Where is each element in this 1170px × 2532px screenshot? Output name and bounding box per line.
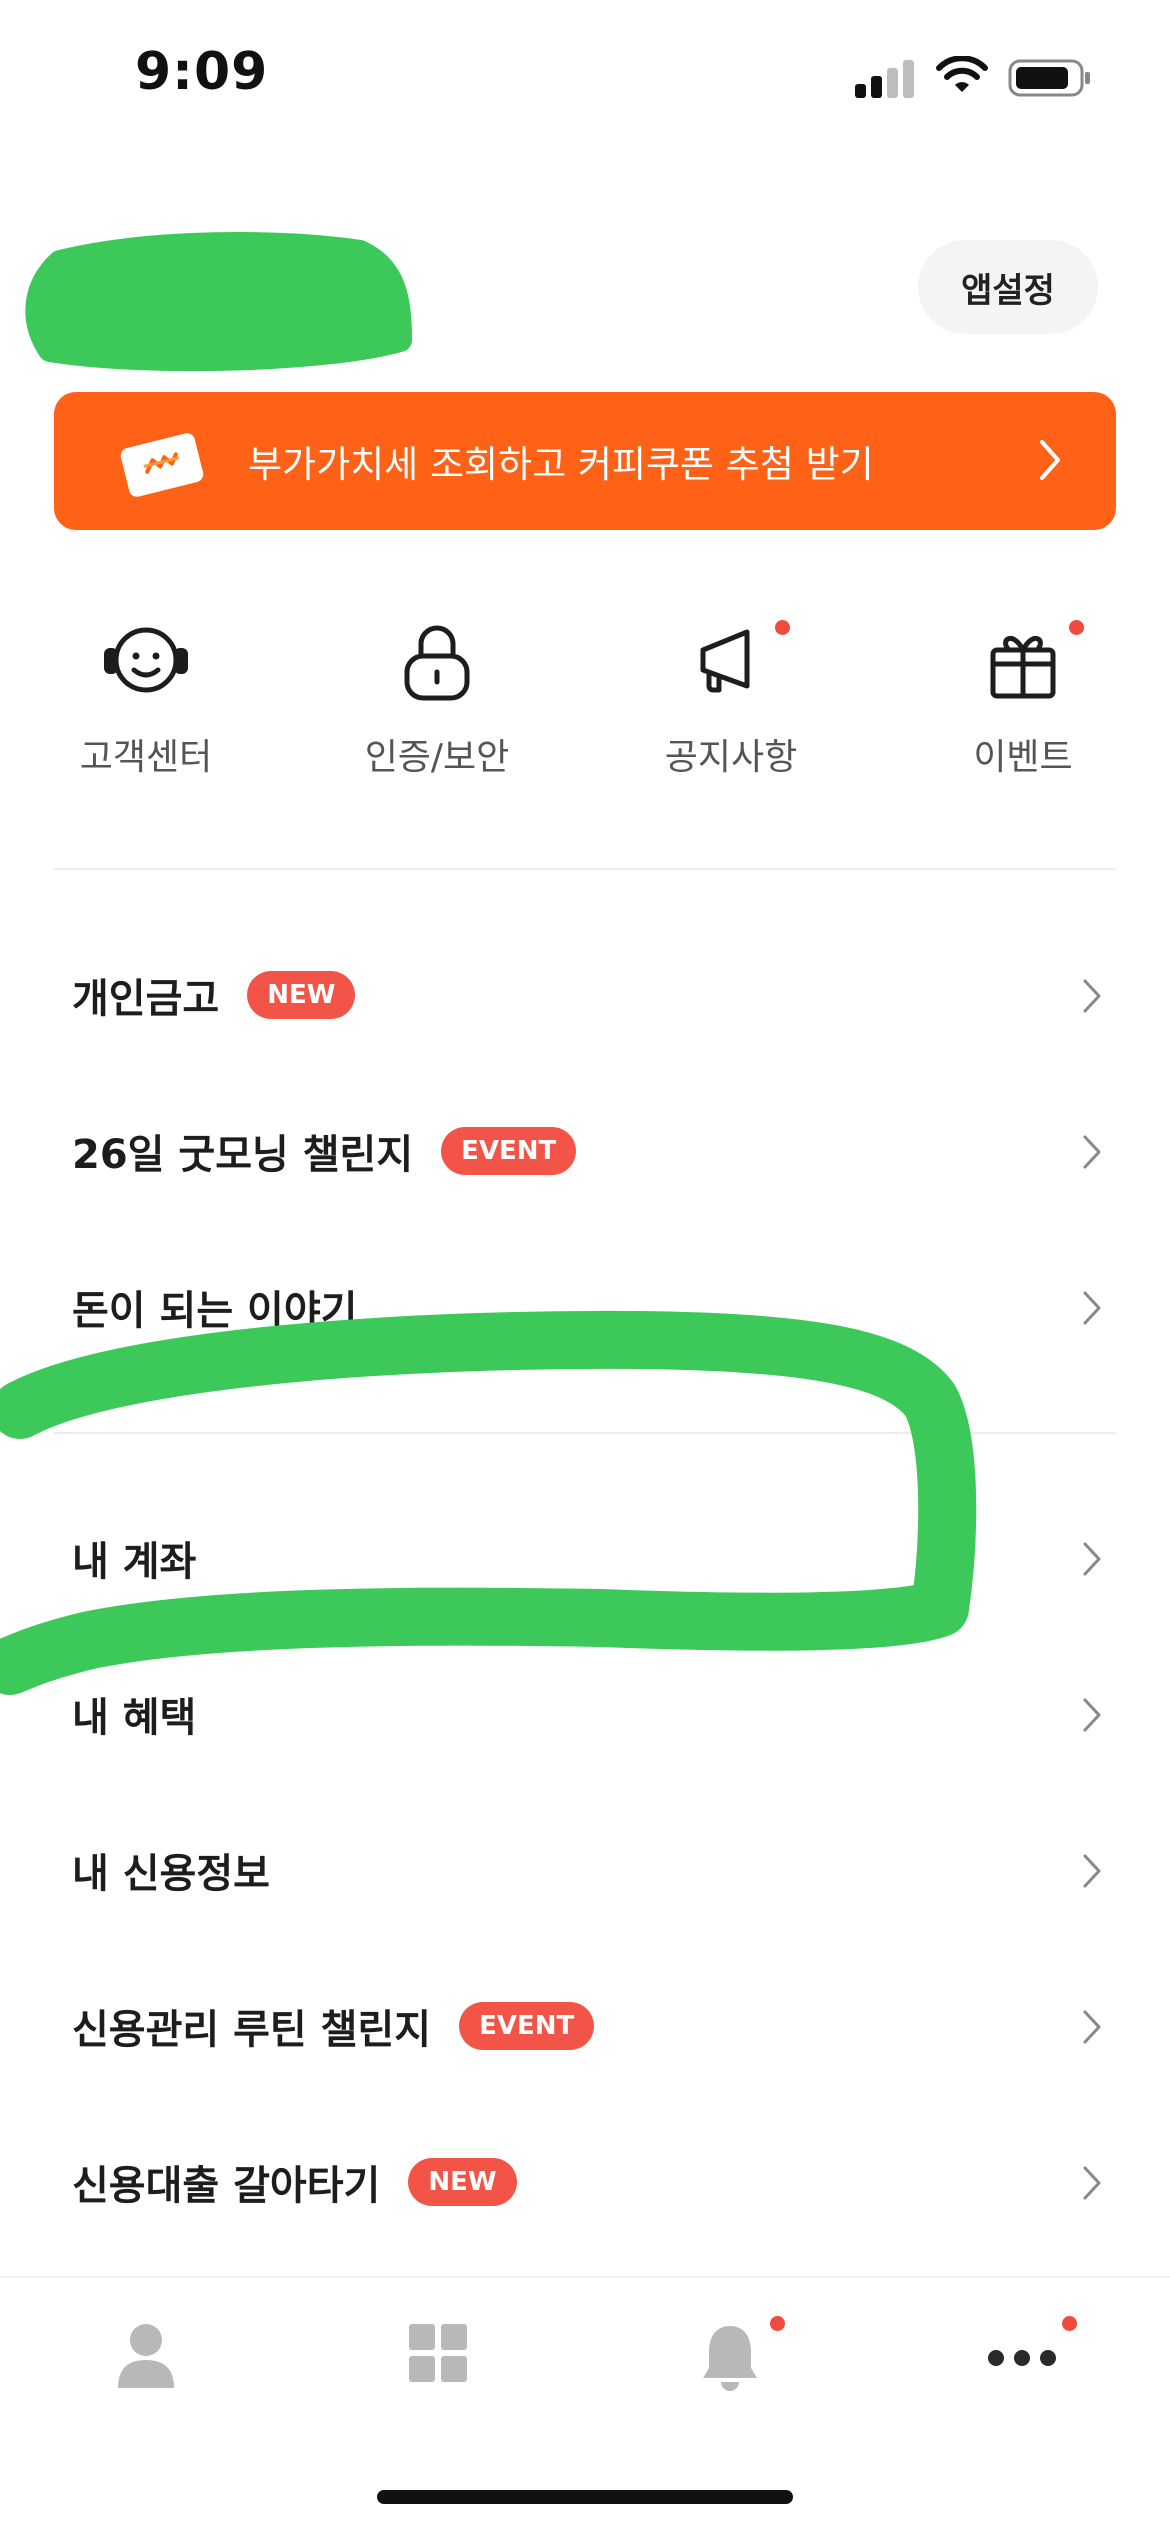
quick-menu-auth-security[interactable]: 인증/보안 <box>317 610 557 780</box>
megaphone-icon <box>700 629 750 693</box>
notification-dot <box>775 620 790 635</box>
quick-menu-customer-center[interactable]: 고객센터 <box>26 610 266 780</box>
person-icon <box>118 2324 174 2388</box>
event-badge: EVENT <box>441 1127 577 1175</box>
menu-item-my-benefits[interactable]: 내 혜택 <box>54 1654 1116 1774</box>
notification-dot <box>1062 2316 1077 2331</box>
menu-item-my-credit-info[interactable]: 내 신용정보 <box>54 1810 1116 1930</box>
tab-profile[interactable] <box>86 2322 206 2412</box>
headset-face-icon <box>104 627 188 693</box>
home-indicator <box>377 2490 793 2504</box>
chevron-right-icon <box>1083 979 1101 1013</box>
section-divider <box>54 868 1116 870</box>
menu-item-label: 개인금고 <box>72 976 220 1022</box>
promo-banner-text: 부가가치세 조회하고 커피쿠폰 추첨 받기 <box>248 443 874 486</box>
section-divider <box>54 1432 1116 1434</box>
chevron-right-icon <box>1083 2010 1101 2044</box>
bottom-tab-bar <box>0 2276 1170 2446</box>
tab-more[interactable] <box>962 2316 1082 2412</box>
battery-icon <box>1008 59 1090 97</box>
quick-menu-label: 공지사항 <box>664 737 798 778</box>
lock-icon <box>404 625 470 701</box>
wifi-icon <box>936 56 988 92</box>
quick-menu-notices[interactable]: 공지사항 <box>611 610 851 780</box>
promo-banner[interactable]: 부가가치세 조회하고 커피쿠폰 추첨 받기 <box>54 392 1116 530</box>
tab-notifications[interactable] <box>670 2316 790 2412</box>
menu-item-my-accounts[interactable]: 내 계좌 <box>54 1498 1116 1618</box>
menu-item-credit-routine-challenge[interactable]: 신용관리 루틴 챌린지 EVENT <box>54 1966 1116 2086</box>
tab-services[interactable] <box>378 2322 498 2412</box>
notification-dot <box>1069 620 1084 635</box>
quick-menu: 고객센터 인증/보안 공지사항 이벤트 <box>0 610 1170 780</box>
menu-item-label: 신용관리 루틴 챌린지 <box>72 2007 432 2053</box>
more-dots-icon <box>988 2350 1056 2366</box>
chevron-right-icon <box>1083 2166 1101 2200</box>
gift-icon <box>990 636 1056 699</box>
event-badge: EVENT <box>459 2002 595 2050</box>
menu-item-good-morning-challenge[interactable]: 26일 굿모닝 챌린지 EVENT <box>54 1091 1116 1211</box>
quick-menu-events[interactable]: 이벤트 <box>903 610 1143 780</box>
status-bar: 9:09 <box>0 0 1170 150</box>
grid-icon <box>409 2324 467 2382</box>
coupon-ticket-icon <box>120 433 204 497</box>
notification-dot <box>770 2316 785 2331</box>
menu-item-label: 내 계좌 <box>72 1539 197 1585</box>
menu-item-loan-refinance[interactable]: 신용대출 갈아타기 NEW <box>54 2122 1116 2242</box>
quick-menu-label: 인증/보안 <box>364 737 510 778</box>
status-time: 9:09 <box>135 42 269 102</box>
chevron-right-icon <box>1083 1135 1101 1169</box>
menu-item-personal-vault[interactable]: 개인금고 NEW <box>54 935 1116 1055</box>
chevron-right-icon <box>1040 440 1060 480</box>
redacted-username <box>24 228 424 383</box>
app-settings-button[interactable]: 앱설정 <box>918 240 1098 334</box>
chevron-right-icon <box>1083 1291 1101 1325</box>
cellular-signal-icon <box>855 58 915 98</box>
bell-icon <box>703 2326 757 2391</box>
menu-item-label: 내 혜택 <box>72 1695 197 1741</box>
quick-menu-label: 고객센터 <box>79 737 213 778</box>
chevron-right-icon <box>1083 1854 1101 1888</box>
menu-item-label: 내 신용정보 <box>72 1851 270 1897</box>
new-badge: NEW <box>408 2158 517 2206</box>
chevron-right-icon <box>1083 1542 1101 1576</box>
menu-item-money-stories[interactable]: 돈이 되는 이야기 <box>54 1247 1116 1367</box>
quick-menu-label: 이벤트 <box>973 737 1073 778</box>
menu-item-label: 돈이 되는 이야기 <box>72 1288 358 1334</box>
menu-item-label: 26일 굿모닝 챌린지 <box>72 1132 414 1178</box>
new-badge: NEW <box>247 971 356 1019</box>
chevron-right-icon <box>1083 1698 1101 1732</box>
menu-item-label: 신용대출 갈아타기 <box>72 2163 381 2209</box>
